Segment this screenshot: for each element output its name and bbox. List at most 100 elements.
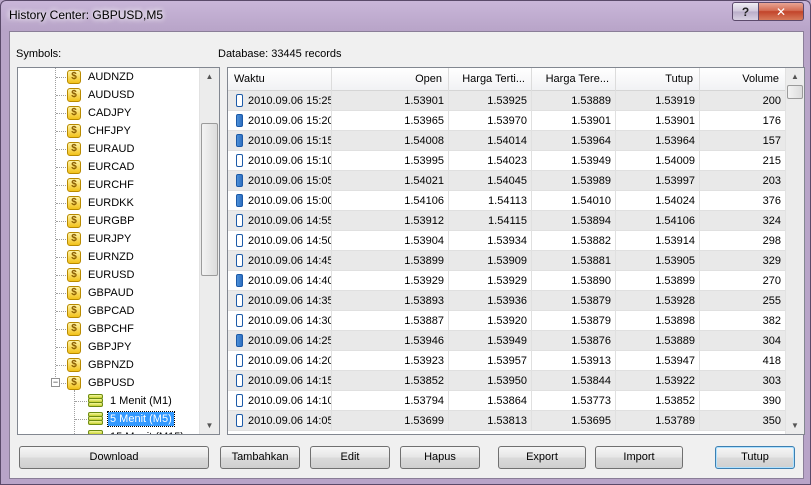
- cell-high: 1.53864: [449, 391, 532, 411]
- table-row[interactable]: 2010.09.06 15:00 1.54106 1.54113 1.54010 1.5…: [228, 191, 788, 211]
- table-row[interactable]: 2010.09.06 15:05 1.54021 1.54045 1.53989 1.5…: [228, 171, 788, 191]
- cell-close: 1.54106: [616, 211, 700, 231]
- table-row[interactable]: 2010.09.06 14:50 1.53904 1.53934 1.53882 1.5…: [228, 231, 788, 251]
- table-row[interactable]: 2010.09.06 14:30 1.53887 1.53920 1.53879 1.5…: [228, 311, 788, 331]
- tree-item-symbol[interactable]: $ AUDNZD: [67, 68, 136, 86]
- help-button[interactable]: ?: [732, 2, 759, 21]
- close-button[interactable]: Tutup: [715, 446, 795, 469]
- edit-button[interactable]: Edit: [310, 446, 390, 469]
- database-records-label: Database: 33445 records: [218, 48, 342, 60]
- table-row[interactable]: 2010.09.06 14:55 1.53912 1.54115 1.53894 1.5…: [228, 211, 788, 231]
- table-row[interactable]: 2010.09.06 14:40 1.53929 1.53929 1.53890 1.5…: [228, 271, 788, 291]
- tree-item-symbol[interactable]: $ GBPJPY: [67, 338, 133, 356]
- column-header-close[interactable]: Tutup: [616, 68, 700, 91]
- tree-scroll-thumb[interactable]: [201, 123, 218, 276]
- tree-item-symbol[interactable]: $ EURDKK: [67, 194, 136, 212]
- grid-scroll-thumb[interactable]: [787, 85, 803, 99]
- column-header-volume[interactable]: Volume: [700, 68, 786, 91]
- tree-item-symbol[interactable]: $ EURJPY: [67, 230, 133, 248]
- bearish-candle-icon: [236, 134, 243, 147]
- cell-time: 2010.09.06 14:30: [228, 311, 332, 331]
- table-row[interactable]: 2010.09.06 14:20 1.53923 1.53957 1.53913 1.5…: [228, 351, 788, 371]
- tree-item-symbol[interactable]: $ CADJPY: [67, 104, 133, 122]
- column-header-waktu[interactable]: Waktu: [228, 68, 332, 91]
- grid-vertical-scrollbar[interactable]: ▲ ▼: [785, 68, 804, 434]
- grid-scroll-down-arrow[interactable]: ▼: [786, 417, 804, 434]
- table-row[interactable]: 2010.09.06 15:15 1.54008 1.54014 1.53964 1.5…: [228, 131, 788, 151]
- cell-low: 1.53879: [532, 291, 616, 311]
- grid-scroll-up-arrow[interactable]: ▲: [786, 68, 804, 85]
- cell-open: 1.53965: [332, 111, 449, 131]
- table-row[interactable]: 2010.09.06 15:10 1.53995 1.54023 1.53949 1.5…: [228, 151, 788, 171]
- title-buttons: ? ✕: [732, 2, 804, 21]
- table-row[interactable]: 2010.09.06 14:15 1.53852 1.53950 1.53844 1.5…: [228, 371, 788, 391]
- tree-item-timeframe[interactable]: 5 Menit (M5): [88, 410, 175, 428]
- column-header-low[interactable]: Harga Tere...: [532, 68, 616, 91]
- cell-time-text: 2010.09.06 14:45: [248, 254, 332, 267]
- table-row[interactable]: 2010.09.06 15:20 1.53965 1.53970 1.53901 1.5…: [228, 111, 788, 131]
- collapse-toggle-icon[interactable]: −: [51, 378, 60, 387]
- tree-item-symbol[interactable]: $ GBPNZD: [67, 356, 136, 374]
- cell-high: 1.54023: [449, 151, 532, 171]
- download-button-label: Download: [89, 451, 139, 463]
- history-data-grid[interactable]: Waktu Open Harga Terti... Harga Tere... …: [227, 67, 805, 435]
- cell-time: 2010.09.06 14:10: [228, 391, 332, 411]
- cell-low: 1.53881: [532, 251, 616, 271]
- tree-item-symbol[interactable]: $ EURNZD: [67, 248, 136, 266]
- cell-close: 1.53914: [616, 231, 700, 251]
- tree-scroll-up-arrow[interactable]: ▲: [200, 68, 219, 85]
- table-row[interactable]: 2010.09.06 15:25 1.53901 1.53925 1.53889 1.5…: [228, 91, 788, 111]
- currency-icon: $: [67, 106, 81, 120]
- cell-low: 1.53844: [532, 371, 616, 391]
- tree-item-timeframe[interactable]: 15 Menit (M15): [88, 428, 186, 434]
- dialog-body: Symbols: Database: 33445 records $ AUDNZD…: [9, 31, 805, 479]
- table-row[interactable]: 2010.09.06 14:45 1.53899 1.53909 1.53881 1.5…: [228, 251, 788, 271]
- delete-button[interactable]: Hapus: [400, 446, 480, 469]
- tree-item-symbol[interactable]: $ EURCHF: [67, 176, 136, 194]
- bearish-candle-icon: [236, 334, 243, 347]
- tree-item-symbol[interactable]: $ GBPCHF: [67, 320, 136, 338]
- cell-low: 1.53695: [532, 411, 616, 431]
- cell-high: 1.53957: [449, 351, 532, 371]
- table-row[interactable]: 2010.09.06 14:25 1.53946 1.53949 1.53876 1.5…: [228, 331, 788, 351]
- export-button[interactable]: Export: [498, 446, 586, 469]
- column-header-open[interactable]: Open: [332, 68, 449, 91]
- tree-item-symbol[interactable]: $ CHFJPY: [67, 122, 133, 140]
- table-row[interactable]: 2010.09.06 14:10 1.53794 1.53864 1.53773 1.5…: [228, 391, 788, 411]
- tree-vertical-scrollbar[interactable]: ▲ ▼: [199, 68, 219, 434]
- cell-open: 1.53899: [332, 251, 449, 271]
- cell-time: 2010.09.06 15:20: [228, 111, 332, 131]
- add-button[interactable]: Tambahkan: [220, 446, 300, 469]
- cell-open: 1.53995: [332, 151, 449, 171]
- bullish-candle-icon: [236, 214, 243, 227]
- tree-item-symbol[interactable]: $ EURAUD: [67, 140, 136, 158]
- import-button[interactable]: Import: [595, 446, 683, 469]
- cell-time: 2010.09.06 14:25: [228, 331, 332, 351]
- tree-item-label: AUDUSD: [88, 89, 135, 101]
- tree-item-symbol[interactable]: $ EURUSD: [67, 266, 136, 284]
- tree-item-symbol[interactable]: $ EURGBP: [67, 212, 136, 230]
- currency-icon: $: [67, 178, 81, 192]
- tree-item-symbol[interactable]: $ GBPUSD: [67, 374, 136, 392]
- cell-high: 1.53925: [449, 91, 532, 111]
- tree-scroll-down-arrow[interactable]: ▼: [200, 417, 219, 434]
- symbols-tree[interactable]: $ AUDNZD $ AUDUSD $ CADJPY $ CHFJPY $ EURAUD $ EURC…: [17, 67, 220, 435]
- cell-high: 1.53929: [449, 271, 532, 291]
- timeframe-stack-icon: [88, 430, 103, 434]
- cell-close: 1.53789: [616, 411, 700, 431]
- tree-item-symbol[interactable]: $ GBPAUD: [67, 284, 136, 302]
- cell-close: 1.53898: [616, 311, 700, 331]
- tree-item-timeframe[interactable]: 1 Menit (M1): [88, 392, 174, 410]
- title-bar[interactable]: History Center: GBPUSD,M5 ? ✕: [1, 1, 810, 31]
- download-button[interactable]: Download: [19, 446, 209, 469]
- import-button-label: Import: [623, 451, 655, 463]
- table-row[interactable]: 2010.09.06 14:05 1.53699 1.53813 1.53695 1.5…: [228, 411, 788, 431]
- cell-volume: 270: [700, 271, 786, 291]
- close-window-button[interactable]: ✕: [759, 2, 804, 21]
- tree-item-symbol[interactable]: $ AUDUSD: [67, 86, 136, 104]
- tree-item-symbol[interactable]: $ EURCAD: [67, 158, 136, 176]
- column-header-high[interactable]: Harga Terti...: [449, 68, 532, 91]
- tree-item-symbol[interactable]: $ GBPCAD: [67, 302, 136, 320]
- table-row[interactable]: 2010.09.06 14:35 1.53893 1.53936 1.53879 1.5…: [228, 291, 788, 311]
- cell-volume: 298: [700, 231, 786, 251]
